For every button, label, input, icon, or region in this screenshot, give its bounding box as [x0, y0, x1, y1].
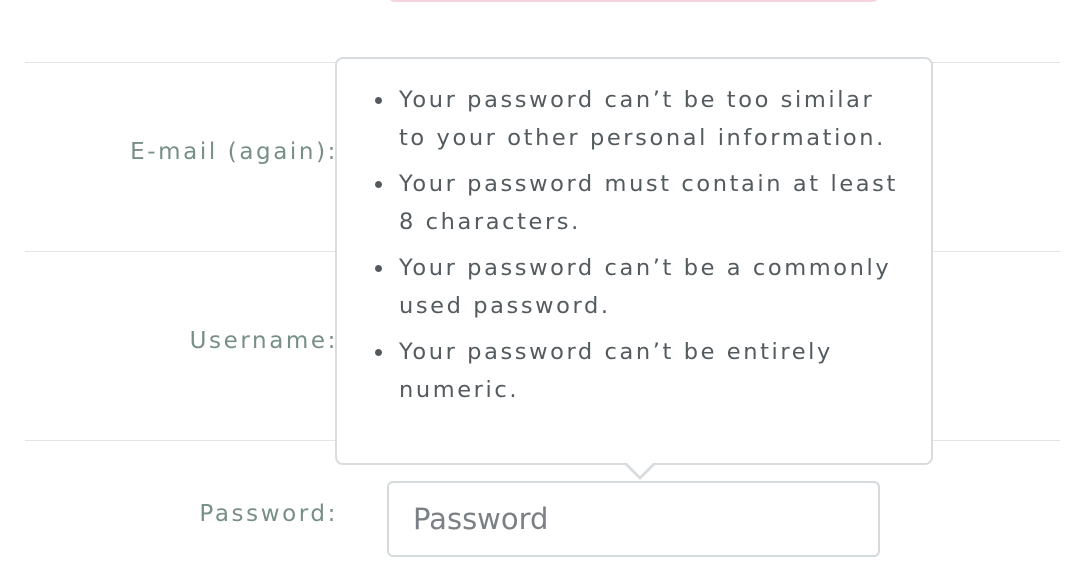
password-rule: Your password must contain at least 8 ch…	[375, 165, 911, 241]
bullet-icon	[375, 349, 382, 356]
password-rule: Your password can’t be entirely numeric.	[375, 333, 911, 409]
password-help-tooltip: Your password can’t be too similar to yo…	[335, 57, 933, 480]
password-rule-text: Your password can’t be entirely numeric.	[399, 339, 833, 403]
password-rule-text: Your password can’t be a commonly used p…	[399, 255, 892, 319]
username-label: Username:	[189, 328, 338, 354]
registration-form: E-mail (again): Username: Password: Your…	[0, 0, 1084, 586]
password-rule-text: Your password must contain at least 8 ch…	[399, 171, 898, 235]
password-label: Password:	[199, 501, 338, 527]
tooltip-arrow-icon	[624, 462, 656, 480]
password-rule: Your password can’t be too similar to yo…	[375, 81, 911, 157]
bullet-icon	[375, 265, 382, 272]
password-input[interactable]	[387, 481, 880, 557]
password-rule: Your password can’t be a commonly used p…	[375, 249, 911, 325]
password-rules-list: Your password can’t be too similar to yo…	[337, 59, 931, 409]
bullet-icon	[375, 97, 382, 104]
bullet-icon	[375, 181, 382, 188]
email-again-label: E-mail (again):	[130, 139, 338, 165]
previous-field-edge[interactable]	[387, 0, 880, 2]
password-rule-text: Your password can’t be too similar to yo…	[399, 87, 886, 151]
